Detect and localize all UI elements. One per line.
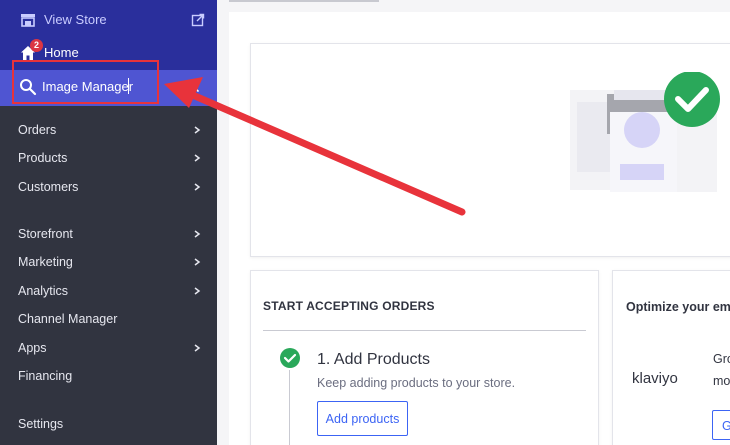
external-link-icon[interactable] <box>191 13 205 27</box>
description-line: mo <box>713 374 730 388</box>
sidebar-item-customers[interactable]: Customers <box>0 175 217 199</box>
annotation-highlight-box <box>12 60 159 104</box>
chevron-right-icon <box>194 287 201 295</box>
storefront-icon <box>21 14 35 27</box>
step-description: Keep adding products to your store. <box>317 376 516 390</box>
sidebar-item-storefront[interactable]: Storefront <box>0 222 217 246</box>
get-started-button[interactable]: G <box>712 410 730 440</box>
sidebar-item-label: Marketing <box>18 255 73 269</box>
klaviyo-logo: klaviyo <box>632 370 678 387</box>
description-line: Gro <box>713 352 730 366</box>
sidebar-item-label: Settings <box>18 417 64 431</box>
page-title-fragment <box>229 0 379 2</box>
add-products-button[interactable]: Add products <box>317 401 408 436</box>
sidebar-item-channel-manager[interactable]: Channel Manager <box>0 307 217 331</box>
divider <box>263 330 586 331</box>
chevron-right-icon <box>194 344 201 352</box>
chevron-right-icon <box>194 230 201 238</box>
home-label: Home <box>44 45 79 60</box>
card-title: Optimize your ema <box>626 300 730 314</box>
check-circle-icon <box>280 348 300 368</box>
chevron-right-icon <box>194 126 201 134</box>
sidebar-item-products[interactable]: Products <box>0 146 217 170</box>
sidebar-item-label: Storefront <box>18 227 73 241</box>
sidebar-item-label: Orders <box>18 123 57 137</box>
view-store-label: View Store <box>44 12 107 27</box>
check-circle-icon <box>664 72 720 127</box>
sidebar-item-label: Products <box>18 151 68 165</box>
sidebar-item-marketing[interactable]: Marketing <box>0 250 217 274</box>
sidebar-item-orders[interactable]: Orders <box>0 118 217 142</box>
sidebar-item-settings[interactable]: Settings <box>0 412 217 436</box>
sidebar-item-label: Customers <box>18 180 79 194</box>
card-description: Gro mo <box>713 348 730 392</box>
step-title: 1. Add Products <box>317 351 430 368</box>
chevron-right-icon <box>194 183 201 191</box>
chevron-right-icon <box>194 154 201 162</box>
store-illustration <box>570 72 720 192</box>
close-icon[interactable] <box>186 79 200 93</box>
sidebar-item-analytics[interactable]: Analytics <box>0 279 217 303</box>
notification-badge: 2 <box>30 39 43 52</box>
view-store-link[interactable]: View Store <box>0 8 217 32</box>
sidebar-item-label: Channel Manager <box>18 312 118 326</box>
sidebar-item-label: Financing <box>18 369 73 383</box>
sidebar-item-label: Analytics <box>18 284 69 298</box>
sidebar-item-label: Apps <box>18 341 47 355</box>
chevron-right-icon <box>194 258 201 266</box>
step-connector <box>289 370 290 445</box>
card-title: START ACCEPTING ORDERS <box>263 299 435 313</box>
sidebar-item-financing[interactable]: Financing <box>0 364 217 388</box>
sidebar: View Store Home 2 Orders Products Customer… <box>0 0 217 445</box>
sidebar-item-apps[interactable]: Apps <box>0 336 217 360</box>
